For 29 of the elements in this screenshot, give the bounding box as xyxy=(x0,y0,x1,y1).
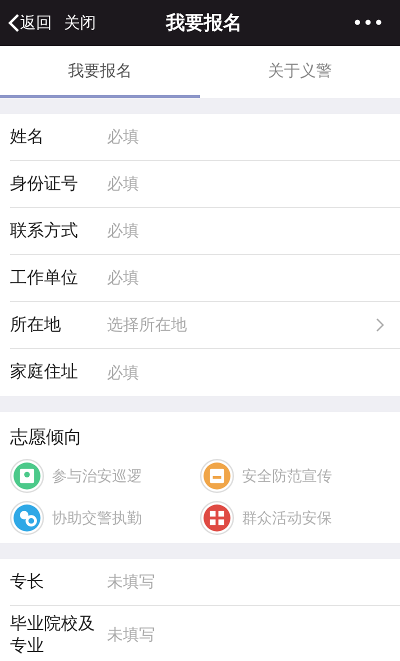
field-label: 毕业院校及专业 xyxy=(10,612,96,658)
field-label: 姓名 xyxy=(10,126,45,148)
option-item[interactable]: 参与治安巡逻 xyxy=(10,459,200,493)
back-button[interactable]: 返回 xyxy=(8,11,52,35)
input-field[interactable]: 未填写 xyxy=(107,570,384,594)
input-field[interactable]: 必填 xyxy=(107,360,384,384)
input-field[interactable]: 必填 xyxy=(107,125,384,149)
input-field[interactable]: 必填 xyxy=(107,219,384,243)
input-field[interactable]: 未填写 xyxy=(107,623,384,647)
tab[interactable]: 我要报名 xyxy=(0,46,200,98)
back-icon xyxy=(8,13,20,33)
field-label: 家庭住址 xyxy=(10,361,79,384)
field-label: 所在地 xyxy=(10,314,62,336)
close-button[interactable]: 关闭 xyxy=(64,11,96,35)
more-button[interactable]: ••• xyxy=(352,10,384,36)
field-label: 工作单位 xyxy=(10,266,79,290)
field-label: 身份证号 xyxy=(10,172,79,196)
tab[interactable]: 关于义警 xyxy=(200,46,400,98)
chevron-right-icon xyxy=(376,318,384,332)
page-title: 我要报名 xyxy=(166,10,242,36)
option-item[interactable]: 安全防范宣传 xyxy=(200,459,390,493)
option-item[interactable]: 协助交警执勤 xyxy=(10,501,200,535)
field-label: 专长 xyxy=(10,570,45,594)
input-field[interactable]: 选择所在地 xyxy=(107,313,376,337)
section-title: 志愿倾向 xyxy=(10,426,83,450)
input-field[interactable]: 必填 xyxy=(107,266,384,290)
input-field[interactable]: 必填 xyxy=(107,172,384,196)
option-item[interactable]: 群众活动安保 xyxy=(200,501,390,535)
field-label: 联系方式 xyxy=(10,220,79,242)
